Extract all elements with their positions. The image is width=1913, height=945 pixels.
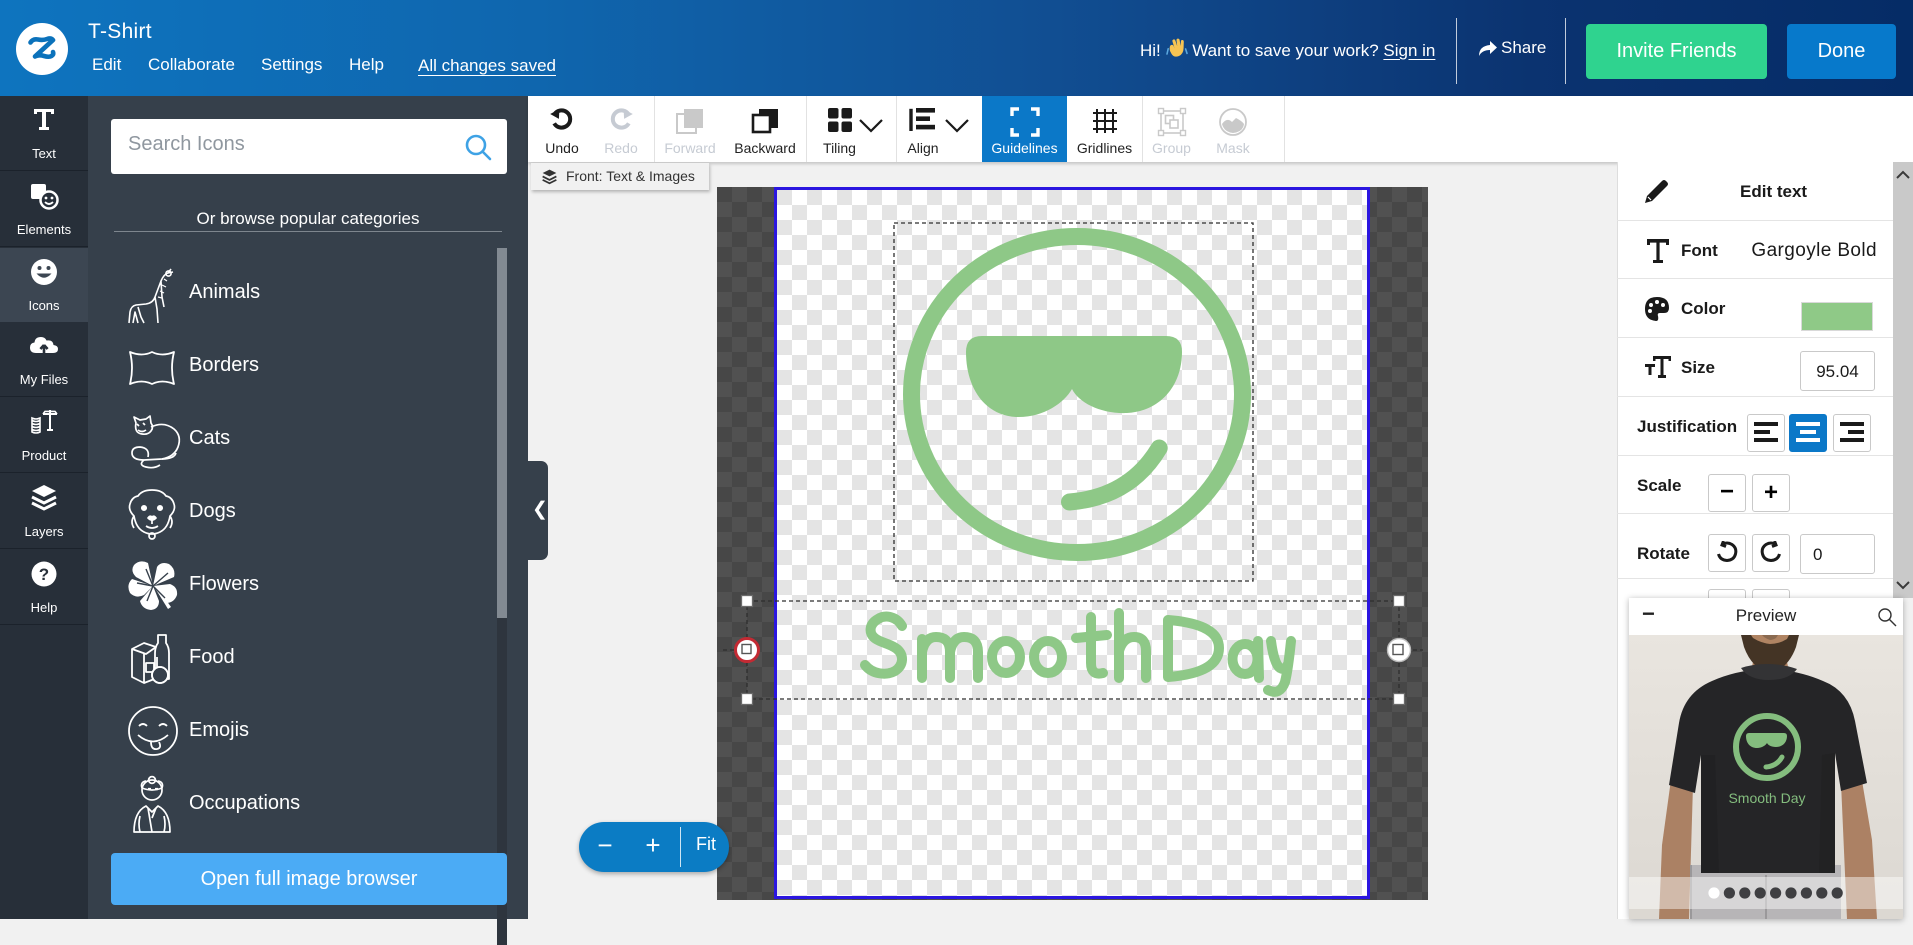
svg-text:?: ? [39, 565, 49, 584]
svg-text:Smooth Day: Smooth Day [1728, 790, 1805, 806]
